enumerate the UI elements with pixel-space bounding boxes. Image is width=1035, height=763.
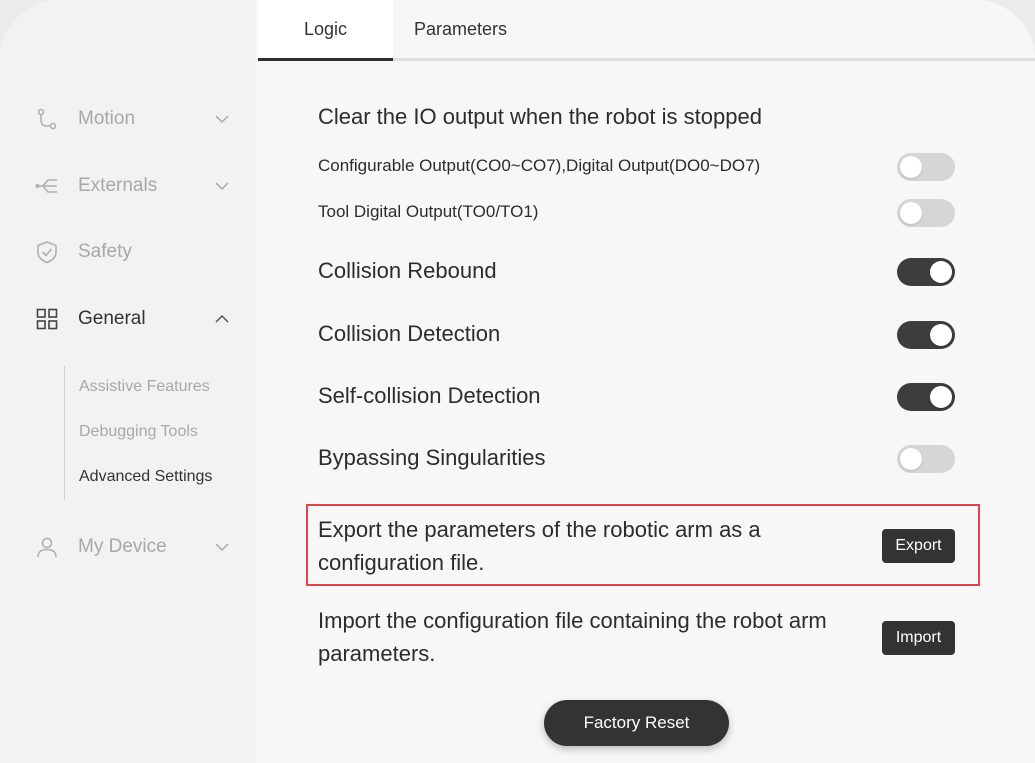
export-description-line: Export the parameters of the robotic arm…	[318, 517, 761, 542]
grid-icon	[35, 307, 59, 331]
setting-label: Configurable Output(CO0~CO7),Digital Out…	[318, 156, 761, 175]
setting-label: Collision Rebound	[318, 258, 497, 283]
chevron-down-icon	[214, 111, 230, 127]
general-subnav: Assistive Features Debugging Tools Advan…	[64, 366, 255, 500]
self-collision-detection-toggle[interactable]	[897, 383, 955, 411]
toggle-knob	[900, 202, 922, 224]
sidebar-item-safety[interactable]: Safety	[0, 230, 256, 274]
import-description: Import the configuration file containing…	[318, 604, 878, 670]
branch-icon	[35, 174, 59, 198]
sidebar-item-my-device[interactable]: My Device	[0, 525, 256, 569]
io-clear-section: Clear the IO output when the robot is st…	[318, 104, 958, 130]
setting-label: Tool Digital Output(TO0/TO1)	[318, 202, 539, 221]
chevron-up-icon	[214, 311, 230, 327]
sidebar-item-externals[interactable]: Externals	[0, 164, 256, 208]
bypassing-singularities-toggle[interactable]	[897, 445, 955, 473]
sidebar-item-label: Externals	[78, 175, 158, 196]
route-icon	[35, 107, 59, 131]
subnav-item-debugging-tools[interactable]: Debugging Tools	[79, 422, 198, 442]
tab-logic[interactable]: Logic	[258, 0, 393, 61]
setting-label: Self-collision Detection	[318, 383, 541, 408]
import-description-line: parameters.	[318, 641, 436, 666]
tab-parameters[interactable]: Parameters	[393, 0, 528, 58]
setting-row-self-collision-detection: Self-collision Detection	[318, 383, 958, 411]
tab-bar: Logic Parameters	[256, 0, 1035, 61]
subnav-item-advanced-settings[interactable]: Advanced Settings	[79, 467, 212, 487]
sidebar-item-motion[interactable]: Motion	[0, 97, 256, 141]
setting-label: Bypassing Singularities	[318, 445, 546, 470]
toggle-knob	[900, 448, 922, 470]
shield-check-icon	[35, 240, 59, 264]
setting-row-tool-digital-output: Tool Digital Output(TO0/TO1)	[318, 199, 958, 227]
export-description: Export the parameters of the robotic arm…	[318, 513, 858, 579]
collision-detection-toggle[interactable]	[897, 321, 955, 349]
main-panel: Logic Parameters Clear the IO output whe…	[256, 0, 1035, 763]
subnav-item-assistive-features[interactable]: Assistive Features	[79, 377, 210, 397]
chevron-down-icon	[214, 178, 230, 194]
sidebar-item-label: General	[78, 308, 146, 329]
import-button[interactable]: Import	[882, 621, 955, 655]
sidebar-item-general[interactable]: General	[0, 297, 256, 341]
toggle-knob	[930, 261, 952, 283]
chevron-down-icon	[214, 539, 230, 555]
configurable-output-toggle[interactable]	[897, 153, 955, 181]
toggle-knob	[900, 156, 922, 178]
sidebar: Motion Externals Safety General Assistiv…	[0, 0, 256, 763]
factory-reset-button[interactable]: Factory Reset	[544, 700, 729, 746]
app-window: Motion Externals Safety General Assistiv…	[0, 0, 1035, 763]
setting-label: Collision Detection	[318, 321, 501, 346]
import-description-line: Import the configuration file containing…	[318, 608, 827, 633]
sidebar-item-label: Motion	[78, 108, 136, 129]
setting-row-bypassing-singularities: Bypassing Singularities	[318, 445, 958, 473]
sidebar-item-label: Safety	[78, 241, 132, 262]
toggle-knob	[930, 324, 952, 346]
collision-rebound-toggle[interactable]	[897, 258, 955, 286]
export-button[interactable]: Export	[882, 529, 955, 563]
toggle-knob	[930, 386, 952, 408]
setting-row-collision-rebound: Collision Rebound	[318, 258, 958, 286]
setting-row-configurable-output: Configurable Output(CO0~CO7),Digital Out…	[318, 153, 958, 181]
tool-digital-output-toggle[interactable]	[897, 199, 955, 227]
export-description-line: configuration file.	[318, 550, 485, 575]
setting-row-collision-detection: Collision Detection	[318, 321, 958, 349]
user-icon	[35, 535, 59, 559]
sidebar-item-label: My Device	[78, 536, 167, 557]
io-clear-heading: Clear the IO output when the robot is st…	[318, 104, 762, 129]
